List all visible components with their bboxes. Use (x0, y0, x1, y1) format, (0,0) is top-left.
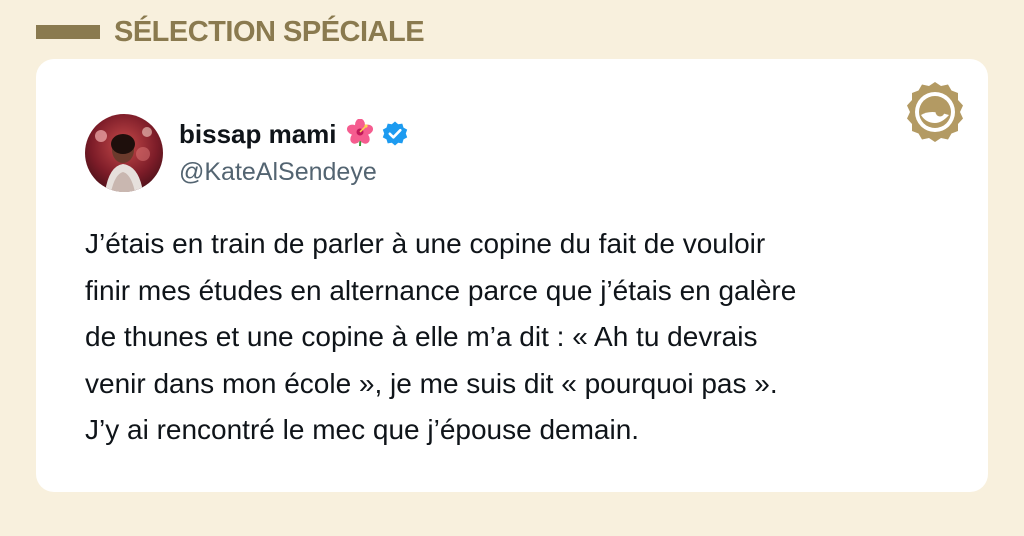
hibiscus-flower-icon (345, 118, 375, 149)
header-accent-bar (36, 25, 100, 39)
tweet-line: de thunes et une copine à elle m’a dit :… (85, 321, 758, 352)
author-row: bissap mami (179, 117, 409, 151)
section-title: SÉLECTION SPÉCIALE (114, 15, 425, 48)
author-handle[interactable]: @KateAlSendeye (179, 158, 377, 187)
tweet-line: J’y ai rencontré le mec que j’épouse dem… (85, 414, 640, 445)
author-name[interactable]: bissap mami (179, 119, 337, 150)
avatar[interactable] (85, 114, 163, 192)
tweet-line: finir mes études en alternance parce que… (85, 274, 797, 306)
gold-seal-logo-icon (902, 79, 968, 145)
verified-badge-icon (381, 120, 409, 148)
tweet-line: venir dans mon école », je me suis dit «… (85, 367, 778, 399)
tweet-body: J’étais en train de parler à une copine … (85, 221, 965, 454)
section-header: SÉLECTION SPÉCIALE (36, 12, 425, 52)
tweet-card: bissap mami @KateAlSendeye J’étais en tr… (36, 59, 988, 492)
tweet-line: J’étais en train de parler à une copine … (85, 228, 766, 259)
